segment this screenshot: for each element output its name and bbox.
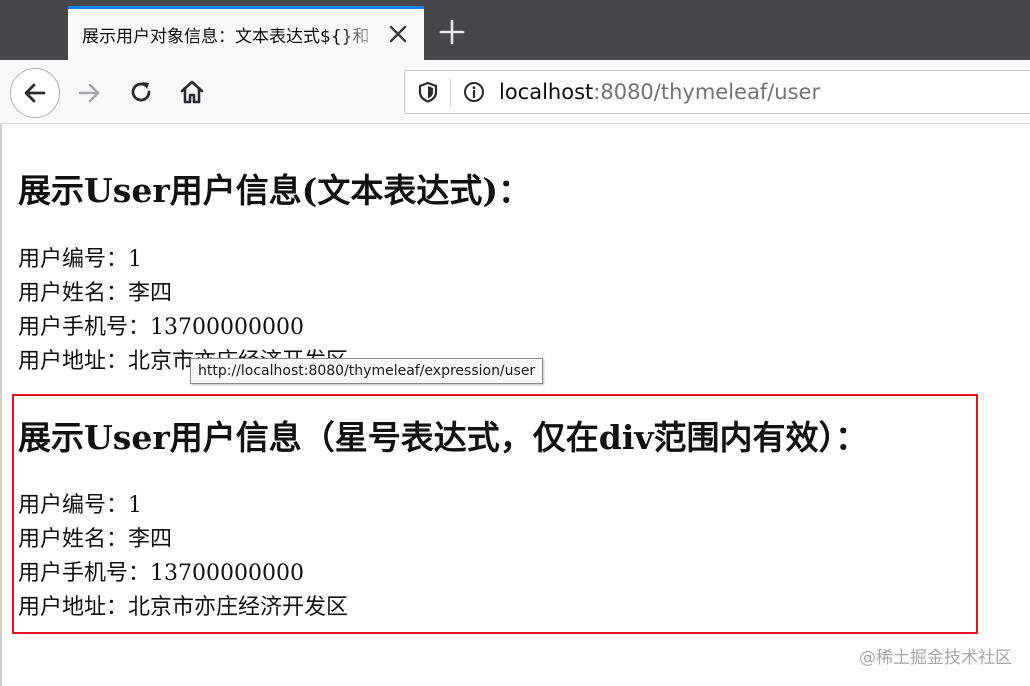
section2-user-address: 用户地址：北京市亦庄经济开发区	[18, 595, 349, 620]
page-content: 展示User用户信息(文本表达式)： 用户编号：1 用户姓名：李四 用户手机号：…	[0, 124, 1030, 686]
close-icon[interactable]	[385, 21, 411, 47]
back-arrow-icon	[24, 83, 46, 103]
url-path: :8080/thymeleaf/user	[593, 80, 821, 104]
home-icon[interactable]	[178, 78, 206, 106]
tab-active[interactable]: 展示用户对象信息：文本表达式${}和	[68, 6, 424, 60]
section2-title: 展示User用户信息（星号表达式，仅在div范围内有效）：	[18, 418, 869, 457]
info-icon[interactable]	[463, 81, 485, 103]
shield-icon[interactable]	[417, 81, 439, 103]
section2-user-id: 用户编号：1	[18, 493, 142, 518]
watermark: @稀土掘金技术社区	[859, 648, 1012, 668]
url-bar[interactable]: localhost:8080/thymeleaf/user	[404, 70, 1030, 114]
url-text[interactable]: localhost:8080/thymeleaf/user	[499, 80, 820, 104]
tab-strip: 展示用户对象信息：文本表达式${}和	[0, 0, 1030, 60]
plus-icon[interactable]	[438, 18, 466, 46]
back-button[interactable]	[10, 68, 60, 118]
tab-title: 展示用户对象信息：文本表达式${}和	[82, 27, 370, 47]
reload-icon[interactable]	[128, 79, 154, 105]
section1-user-phone: 用户手机号：13700000000	[18, 315, 304, 340]
section1-title: 展示User用户信息(文本表达式)：	[18, 171, 531, 210]
divider	[450, 79, 451, 107]
section1-user-name: 用户姓名：李四	[18, 281, 173, 306]
forward-arrow-icon[interactable]	[76, 80, 102, 106]
nav-bar: localhost:8080/thymeleaf/user	[0, 60, 1030, 124]
link-tooltip: http://localhost:8080/thymeleaf/expressi…	[190, 358, 544, 384]
url-host: localhost	[499, 80, 594, 104]
section2-user-phone: 用户手机号：13700000000	[18, 561, 304, 586]
section2-user-name: 用户姓名：李四	[18, 527, 173, 552]
section1-user-id: 用户编号：1	[18, 247, 142, 272]
